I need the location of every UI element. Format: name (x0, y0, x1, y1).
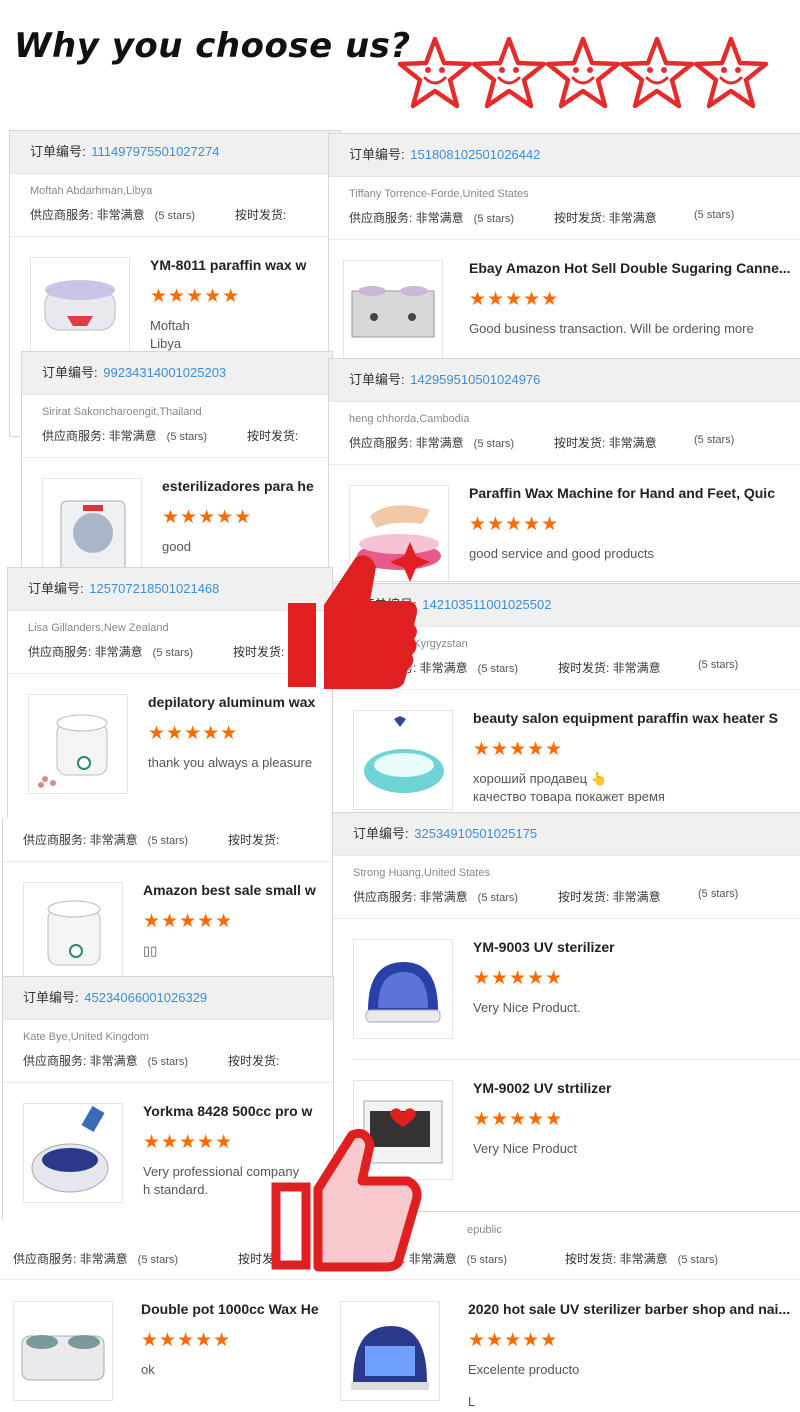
buyer-info: Moftah Abdarhman,Libya (30, 185, 153, 197)
review-text: good (162, 539, 191, 554)
product-name[interactable]: Yorkma 8428 500cc pro w (143, 1103, 312, 1119)
smiling-star-icon (622, 39, 692, 106)
thumbs-up-icon (288, 555, 418, 689)
rating-stars: ★★★★★ (143, 1132, 234, 1153)
service-rating-row: 供应商服务: 非常满意 (5 stars) 按时发货: (42, 429, 299, 443)
order-number[interactable]: 151808102501026442 (410, 147, 540, 162)
review-text: ok (141, 1362, 155, 1377)
smiling-stars-rating (398, 36, 770, 109)
service-rating-row: 供应商服务: 非常满意 (5 stars) 按时发货: (28, 645, 285, 659)
thumbs-up-icon (271, 1128, 422, 1272)
product-thumbnail[interactable] (23, 882, 123, 978)
review-text: Good business transaction. Will be order… (469, 321, 754, 336)
product-name[interactable]: Amazon best sale small w (143, 882, 316, 898)
review-card: 订单编号: 99234314001025203 Sirirat Sakoncha… (21, 351, 333, 568)
product-thumbnail[interactable] (353, 939, 453, 1039)
review-text: Moftah Libya (150, 318, 190, 351)
review-text: ▯▯ (143, 943, 158, 958)
product-thumbnail[interactable] (13, 1301, 113, 1401)
order-number[interactable]: 142103511001025502 (422, 597, 551, 612)
review-card: 订单编号: 151808102501026442 Tiffany Torrenc… (328, 133, 800, 360)
service-rating-row: 供应商服务: 非常满意 (5 stars) 按时发货: 非常满意 (5 stars) (349, 209, 735, 225)
product-name[interactable]: Double pot 1000cc Wax He (141, 1301, 319, 1317)
product-thumbnail[interactable] (30, 257, 130, 357)
order-number[interactable]: 99234314001025203 (103, 365, 226, 380)
order-number[interactable]: 142959510501024976 (410, 372, 540, 387)
order-header: 订单编号: 142959510501024976 (329, 359, 800, 402)
smiling-star-icon (474, 39, 544, 106)
service-rating-row: 供应商服务: 非常满意 (5 stars) 按时发货: (23, 1054, 280, 1068)
service-rating-row: 供应商服务: 非常满意 (5 stars) 按时发货: 非常满意 (5 stars) (353, 888, 739, 904)
rating-stars: ★★★★★ (473, 968, 564, 989)
order-number[interactable]: 32534910501025175 (414, 826, 537, 841)
buyer-info: Tiffany Torrence-Forde,United States (349, 188, 529, 200)
order-header: 订单编号: 99234314001025203 (22, 352, 332, 395)
product-thumbnail[interactable] (343, 260, 443, 359)
smiling-star-icon (548, 39, 618, 106)
review-card: 2020 hot sale UV sterilizer barber shop … (332, 1281, 800, 1412)
rating-stars: ★★★★★ (473, 739, 564, 760)
product-name[interactable]: depilatory aluminum wax (148, 694, 315, 710)
product-thumbnail[interactable] (23, 1103, 123, 1203)
service-rating-row: 供应商服务: 非常满意 (5 stars) 按时发货: (30, 208, 287, 222)
review-text: Very Nice Product. (473, 1000, 581, 1015)
review-text: thank you always a pleasure (148, 755, 313, 770)
order-header: 订单编号: 32534910501025175 (333, 813, 800, 856)
rating-stars: ★★★★★ (469, 289, 560, 310)
buyer-info: Strong Huang,United States (353, 867, 490, 879)
order-number[interactable]: 45234066001026329 (84, 990, 207, 1005)
review-card: Double pot 1000cc Wax He ★★★★★ ok (0, 1281, 330, 1412)
rating-stars: ★★★★★ (141, 1330, 232, 1351)
review-card: 订单编号: 142959510501024976 heng chhorda,Ca… (328, 358, 800, 582)
product-thumbnail[interactable] (42, 478, 142, 567)
review-card: 订单编号: 125707218501021468 Lisa Gillanders… (7, 567, 333, 821)
product-name[interactable]: 2020 hot sale UV sterilizer barber shop … (468, 1301, 790, 1317)
service-rating-row: 供应商服务: 非常满意 (5 stars) 按时发货: 非常满意 (5 stars) (349, 434, 735, 450)
buyer-info: Kate Bye,United Kingdom (23, 1031, 149, 1043)
service-rating-row: 供应商服务: 非常满意 (5 stars) 按时发货: (23, 833, 280, 847)
product-name[interactable]: Paraffin Wax Machine for Hand and Feet, … (469, 485, 775, 501)
review-text: Excelente producto (468, 1362, 580, 1377)
rating-stars: ★★★★★ (469, 514, 560, 535)
product-name[interactable]: esterilizadores para he (162, 478, 314, 494)
review-text: Very Nice Product (473, 1141, 578, 1156)
product-name[interactable]: YM-8011 paraffin wax w (150, 257, 306, 273)
product-name[interactable]: Ebay Amazon Hot Sell Double Sugaring Can… (469, 260, 791, 276)
product-name[interactable]: YM-9003 UV sterilizer (473, 939, 615, 955)
rating-stars: ★★★★★ (150, 286, 241, 307)
rating-stars: ★★★★★ (468, 1330, 559, 1351)
rating-stars: ★★★★★ (162, 507, 253, 528)
review-text: L (468, 1394, 476, 1409)
smiling-star-icon (398, 36, 473, 109)
page-title: Why you choose us? (14, 26, 411, 66)
product-thumbnail[interactable] (28, 694, 128, 794)
smiling-star-icon (696, 39, 766, 106)
product-name[interactable]: beauty salon equipment paraffin wax heat… (473, 710, 778, 726)
order-header: 订单编号: 125707218501021468 (8, 568, 332, 611)
order-header: 订单编号: 45234066001026329 (3, 977, 333, 1020)
order-header: 订单编号: 111497975501027274 (10, 131, 340, 174)
rating-stars: ★★★★★ (473, 1109, 564, 1130)
review-card: 供应商服务: 非常满意 (5 stars) 按时发货: Amazon best sa… (2, 818, 334, 979)
review-text: good service and good products (469, 546, 655, 561)
order-number[interactable]: 111497975501027274 (91, 144, 219, 159)
product-thumbnail[interactable] (340, 1301, 440, 1401)
buyer-info: Lisa Gillanders,New Zealand (28, 622, 169, 634)
buyer-info: heng chhorda,Cambodia (349, 413, 470, 425)
review-text: хороший продавец 👆 качество товара покаже… (473, 771, 665, 804)
order-header: 订单编号: 151808102501026442 (329, 134, 800, 177)
buyer-info: Sirirat Sakoncharoengit,Thailand (42, 406, 202, 418)
rating-stars: ★★★★★ (148, 723, 239, 744)
product-thumbnail[interactable] (353, 710, 453, 810)
order-number[interactable]: 125707218501021468 (89, 581, 219, 596)
product-name[interactable]: YM-9002 UV strtilizer (473, 1080, 612, 1096)
rating-stars: ★★★★★ (143, 911, 234, 932)
